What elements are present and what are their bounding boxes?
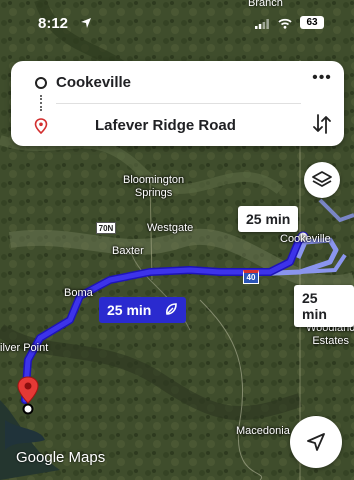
place-label-bloomington-springs: Bloomington Springs [123,174,185,199]
layers-icon [312,171,332,187]
navigate-button[interactable] [290,416,342,468]
route-card: Cookeville Lafever Ridge Road ••• [11,61,344,146]
place-label-macedonia: Macedonia [236,425,290,437]
status-bar: Branch 8:12 63 [0,0,354,44]
route-dots-icon [40,95,42,111]
place-label-baxter: Baxter [112,245,144,257]
route-shield-70n: 70N [96,222,116,234]
destination-pin-icon[interactable] [17,376,39,416]
alt-route-time-top[interactable]: 25 min [238,206,299,232]
place-label-boma: Boma [64,287,93,299]
battery-icon: 63 [300,16,324,29]
swap-icon[interactable] [313,113,331,135]
interstate-shield-40: 40 [243,270,259,284]
eco-leaf-icon [166,303,177,315]
selected-route-time[interactable]: 25 min [99,297,186,323]
selected-route-time-label: 25 min [107,302,152,318]
wifi-icon [278,18,292,29]
destination-field[interactable]: Lafever Ridge Road [95,117,236,134]
origin-dot-icon [35,77,47,89]
layers-button[interactable] [304,162,340,198]
navigate-icon [307,433,325,451]
place-label-westgate: Westgate [147,222,194,234]
location-arrow-icon [81,18,91,28]
place-label-silver-point: ilver Point [0,342,49,354]
destination-small-pin-icon [34,118,48,134]
more-icon[interactable]: ••• [311,70,333,91]
place-label-cookeville: Cookeville [280,233,331,245]
alt-route-time-right[interactable]: 25 min [294,285,354,327]
google-maps-logo: Google Maps [16,449,106,466]
status-time: 8:12 [38,15,69,32]
signal-icon [255,19,269,29]
place-label-branch: Branch [248,0,283,9]
origin-field[interactable]: Cookeville [56,74,131,91]
field-divider [56,103,301,104]
